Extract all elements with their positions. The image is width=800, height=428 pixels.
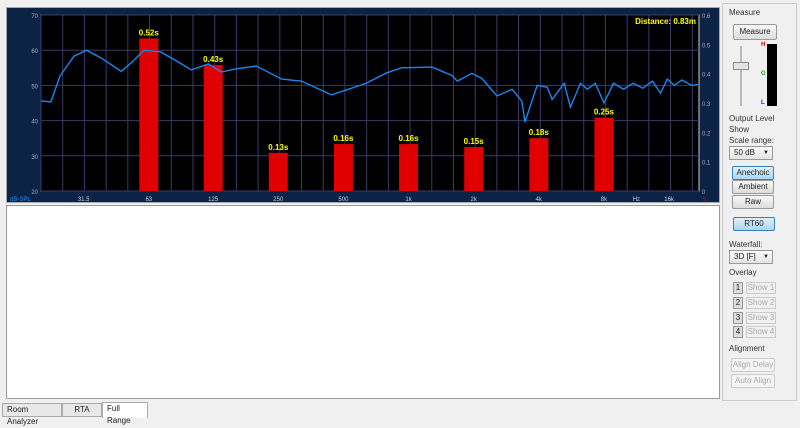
- auto-align-button[interactable]: Auto Align: [731, 374, 775, 388]
- distance-annotation: Distance: 0.83m: [635, 17, 696, 26]
- left-tick-label: 50: [31, 84, 38, 90]
- output-level-label: Output Level: [729, 114, 775, 123]
- left-tick-label: 70: [31, 14, 38, 20]
- x-tick-label: 125: [208, 197, 219, 203]
- output-level-slider[interactable]: [740, 46, 742, 106]
- right-tick-label: 0.5: [702, 43, 711, 49]
- rt60-button[interactable]: RT60: [733, 217, 775, 231]
- right-tick-label: 0.2: [702, 131, 711, 137]
- rt60-bar-label: 0.15s: [464, 137, 485, 146]
- x-tick-label: 4k: [536, 197, 543, 203]
- rt60-bar-label: 0.13s: [268, 143, 289, 152]
- x-tick-label: 63: [145, 197, 152, 203]
- rt60-bar-label: 0.18s: [529, 128, 550, 137]
- scale-range-select[interactable]: 50 dB ▼: [729, 146, 773, 160]
- show-2-button[interactable]: Show 2: [746, 297, 776, 309]
- overlay-label: Overlay: [729, 268, 757, 277]
- x-axis-label: Hz: [633, 197, 640, 203]
- x-tick-label: 31.5: [78, 197, 90, 203]
- x-tick-label: 8k: [601, 197, 608, 203]
- overlay-2-button[interactable]: 2: [733, 297, 743, 309]
- rt60-bar: [399, 144, 419, 191]
- scale-range-label: Scale range:: [729, 136, 774, 145]
- rt60-bar-label: 0.16s: [333, 134, 354, 143]
- anechoic-button[interactable]: Anechoic: [732, 166, 774, 180]
- x-tick-label: 500: [338, 197, 349, 203]
- meter-mark-l: L: [761, 100, 765, 106]
- x-tick-label: 250: [273, 197, 284, 203]
- slider-thumb[interactable]: [733, 62, 749, 70]
- right-tick-label: 0: [702, 190, 706, 196]
- right-axis-label: s: [703, 197, 706, 203]
- rt60-bar-label: 0.43s: [203, 55, 224, 64]
- rt60-bar: [139, 38, 159, 191]
- chevron-down-icon: ▼: [763, 254, 769, 260]
- right-tick-label: 0.1: [702, 161, 711, 167]
- left-tick-label: 60: [31, 49, 38, 55]
- rt60-bar: [268, 152, 288, 191]
- rt60-bar-label: 0.25s: [594, 108, 615, 117]
- measure-button[interactable]: Measure: [733, 24, 777, 40]
- tab-rta[interactable]: RTA: [62, 403, 102, 417]
- left-tick-label: 40: [31, 120, 38, 126]
- waterfall-value: 3D [F]: [734, 252, 756, 261]
- chart-svg: 20 30 40 50 60 70 0 0.1 0.2 0.3 0.4 0.5 0.6 31.5 63 125…: [10, 14, 711, 203]
- rt60-bar: [594, 117, 614, 191]
- chevron-down-icon: ▼: [763, 150, 769, 156]
- show-label: Show: [729, 125, 750, 134]
- left-axis-label: dB-SPL: [10, 197, 31, 203]
- meter-mark-g: G: [761, 71, 766, 77]
- rt60-bar: [464, 147, 484, 191]
- rt60-bar: [529, 138, 549, 191]
- overlay-1-button[interactable]: 1: [733, 282, 743, 294]
- x-tick-label: 2k: [471, 197, 478, 203]
- control-panel: Measure Measure H G L Output Level Show …: [722, 3, 797, 401]
- show-3-button[interactable]: Show 3: [746, 312, 776, 324]
- tab-room-analyzer[interactable]: Room Analyzer: [2, 403, 62, 426]
- tab-full-range[interactable]: Full Range: [102, 402, 148, 425]
- tab-bar: Room Analyzer RTA Full Range: [0, 402, 800, 426]
- ambient-button[interactable]: Ambient: [732, 180, 774, 194]
- x-tick-label: 1k: [405, 197, 412, 203]
- left-tick-label: 20: [31, 190, 38, 196]
- frequency-response-chart: 20 30 40 50 60 70 0 0.1 0.2 0.3 0.4 0.5 0.6 31.5 63 125…: [6, 7, 720, 203]
- scale-range-value: 50 dB: [734, 148, 755, 157]
- right-tick-label: 0.3: [702, 102, 711, 108]
- overlay-4-button[interactable]: 4: [733, 326, 743, 338]
- align-delay-button[interactable]: Align Delay: [731, 358, 775, 372]
- left-tick-label: 30: [31, 155, 38, 161]
- show-4-button[interactable]: Show 4: [746, 326, 776, 338]
- waterfall-label: Waterfall:: [729, 240, 763, 249]
- raw-button[interactable]: Raw: [732, 195, 774, 209]
- measure-header: Measure: [729, 8, 761, 17]
- waterfall-panel: [6, 205, 720, 399]
- rt60-bar-label: 0.16s: [399, 134, 420, 143]
- meter-mark-h: H: [761, 42, 766, 48]
- rt60-bar: [333, 144, 353, 191]
- alignment-label: Alignment: [729, 344, 765, 353]
- overlay-3-button[interactable]: 3: [733, 312, 743, 324]
- show-1-button[interactable]: Show 1: [746, 282, 776, 294]
- right-tick-label: 0.6: [702, 14, 711, 20]
- waterfall-select[interactable]: 3D [F] ▼: [729, 250, 773, 264]
- x-tick-label: 16k: [664, 197, 675, 203]
- level-meter: [767, 44, 777, 106]
- rt60-bar: [203, 64, 223, 191]
- rt60-bar-label: 0.52s: [139, 28, 160, 37]
- right-tick-label: 0.4: [702, 73, 711, 79]
